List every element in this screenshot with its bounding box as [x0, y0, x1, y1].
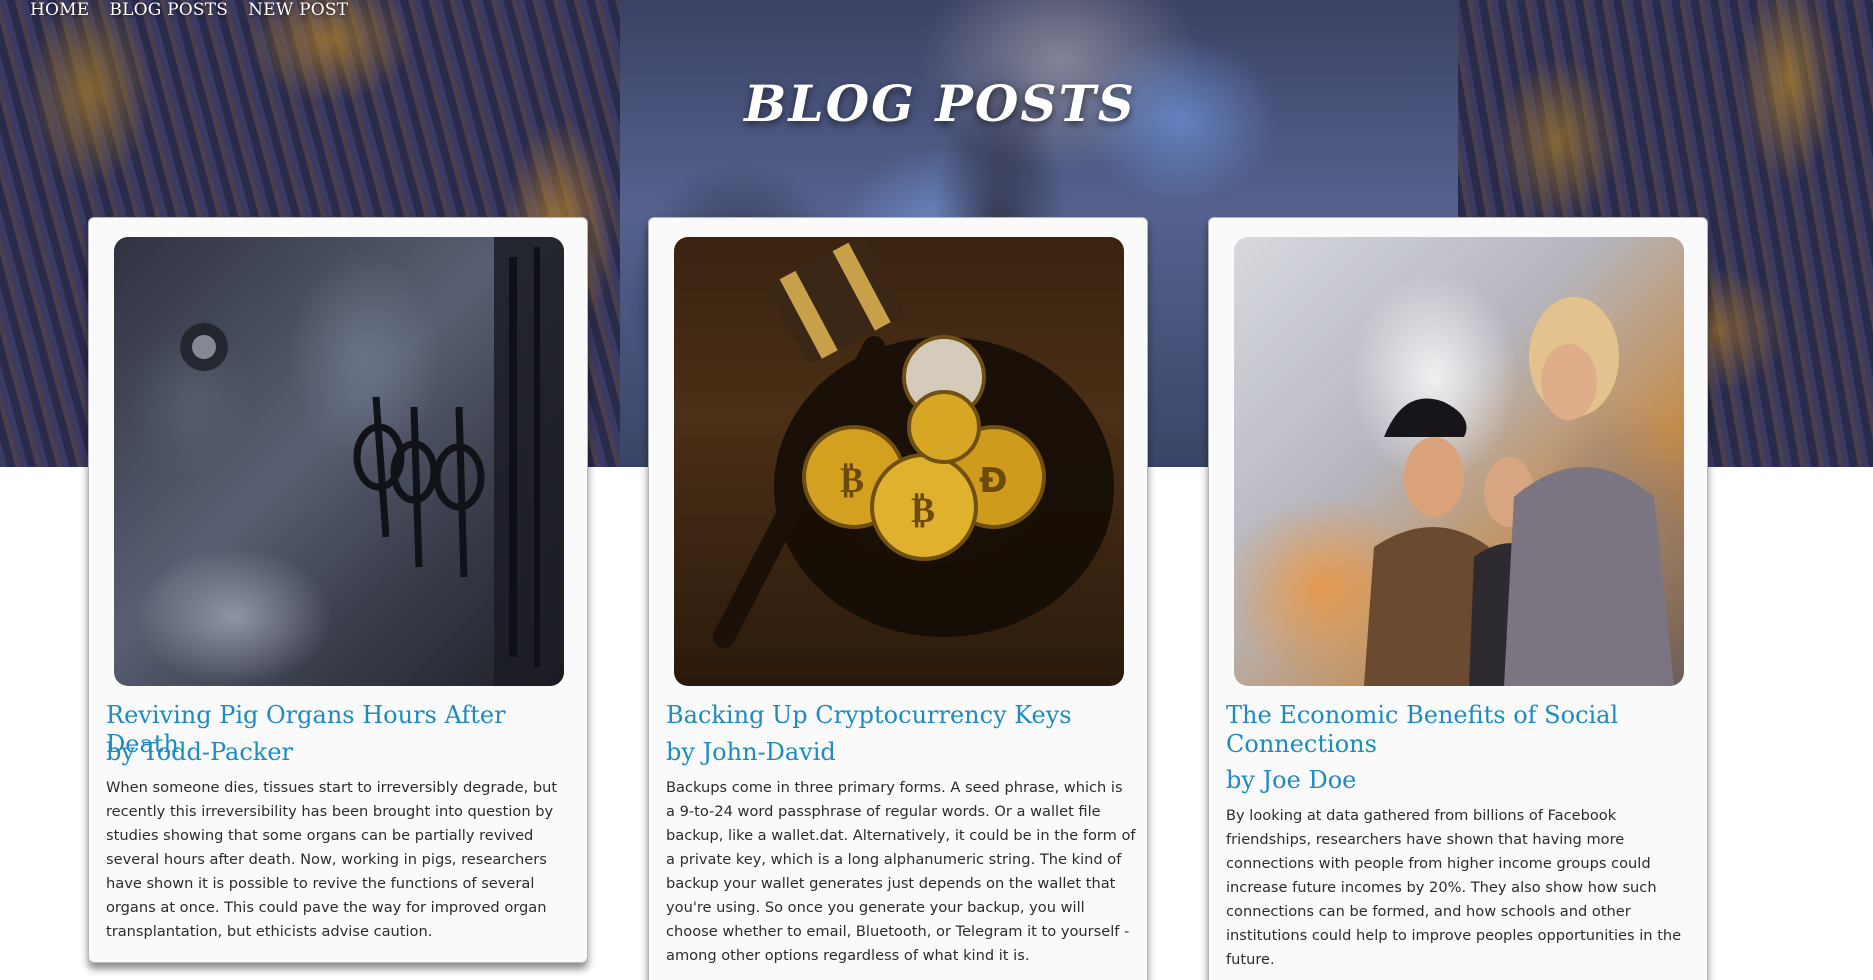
post-excerpt: By looking at data gathered from billion…: [1226, 807, 1682, 968]
nav-new-post-link[interactable]: NEW POST: [248, 0, 348, 20]
nav-home-link[interactable]: HOME: [30, 0, 89, 20]
nav-blog-posts-link[interactable]: BLOG POSTS: [109, 0, 228, 20]
surgery-illustration: [180, 237, 564, 686]
post-image-surgery[interactable]: [114, 237, 564, 686]
friends-illustration: [1364, 297, 1674, 686]
svg-text:₿: ₿: [840, 460, 864, 501]
post-card: The Economic Benefits of Social Connecti…: [1208, 217, 1708, 980]
post-image-crypto[interactable]: ₿ ₿ Ð: [674, 237, 1124, 686]
svg-text:Ð: Ð: [979, 461, 1008, 501]
svg-text:₿: ₿: [911, 490, 935, 531]
post-excerpt: When someone dies, tissues start to irre…: [106, 779, 558, 940]
post-title-link[interactable]: Backing Up Cryptocurrency Keys: [666, 701, 1136, 730]
post-author[interactable]: by Joe Doe: [1226, 766, 1696, 795]
top-nav: HOME BLOG POSTS NEW POST: [30, 0, 348, 20]
page-title: BLOG POSTS: [744, 74, 1136, 133]
gavel-coins-illustration: ₿ ₿ Ð: [713, 238, 1114, 648]
post-image-friends[interactable]: [1234, 237, 1684, 686]
post-author[interactable]: by Todd-Packer: [106, 738, 576, 767]
post-excerpt: Backups come in three primary forms. A s…: [666, 779, 1136, 964]
post-author[interactable]: by John-David: [666, 738, 1136, 767]
post-title-link[interactable]: The Economic Benefits of Social Connecti…: [1226, 701, 1696, 759]
post-card: Reviving Pig Organs Hours After Death by…: [88, 217, 588, 963]
post-card: ₿ ₿ Ð Backing Up Cryptocurrency Keys by …: [648, 217, 1148, 980]
